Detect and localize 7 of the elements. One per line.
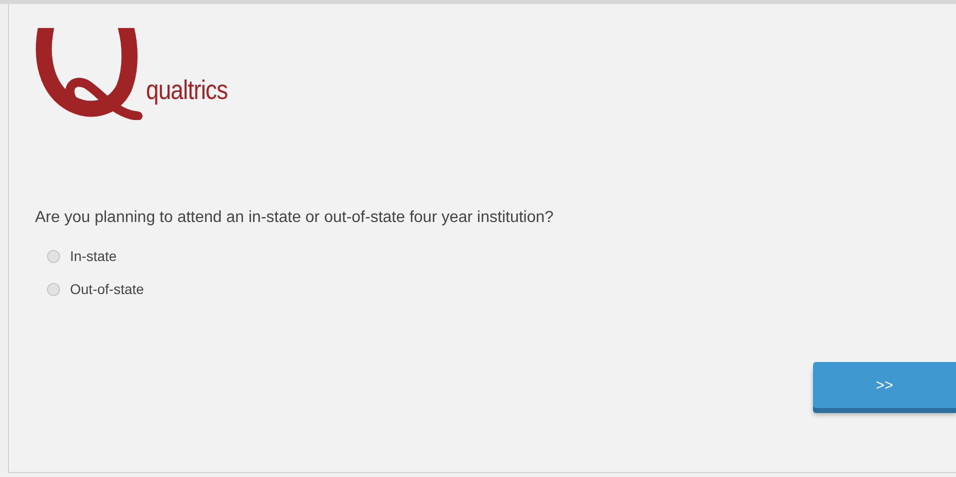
radio-button[interactable] [47,282,60,296]
radio-button[interactable] [47,250,60,264]
logo-mark-icon [34,28,144,120]
logo-text: qualtrics [146,77,228,104]
question-text: Are you planning to attend an in-state or out-of-state four year institution? [35,210,555,226]
option-label[interactable]: Out-of-state [70,280,144,300]
option-label[interactable]: In-state [70,247,117,267]
